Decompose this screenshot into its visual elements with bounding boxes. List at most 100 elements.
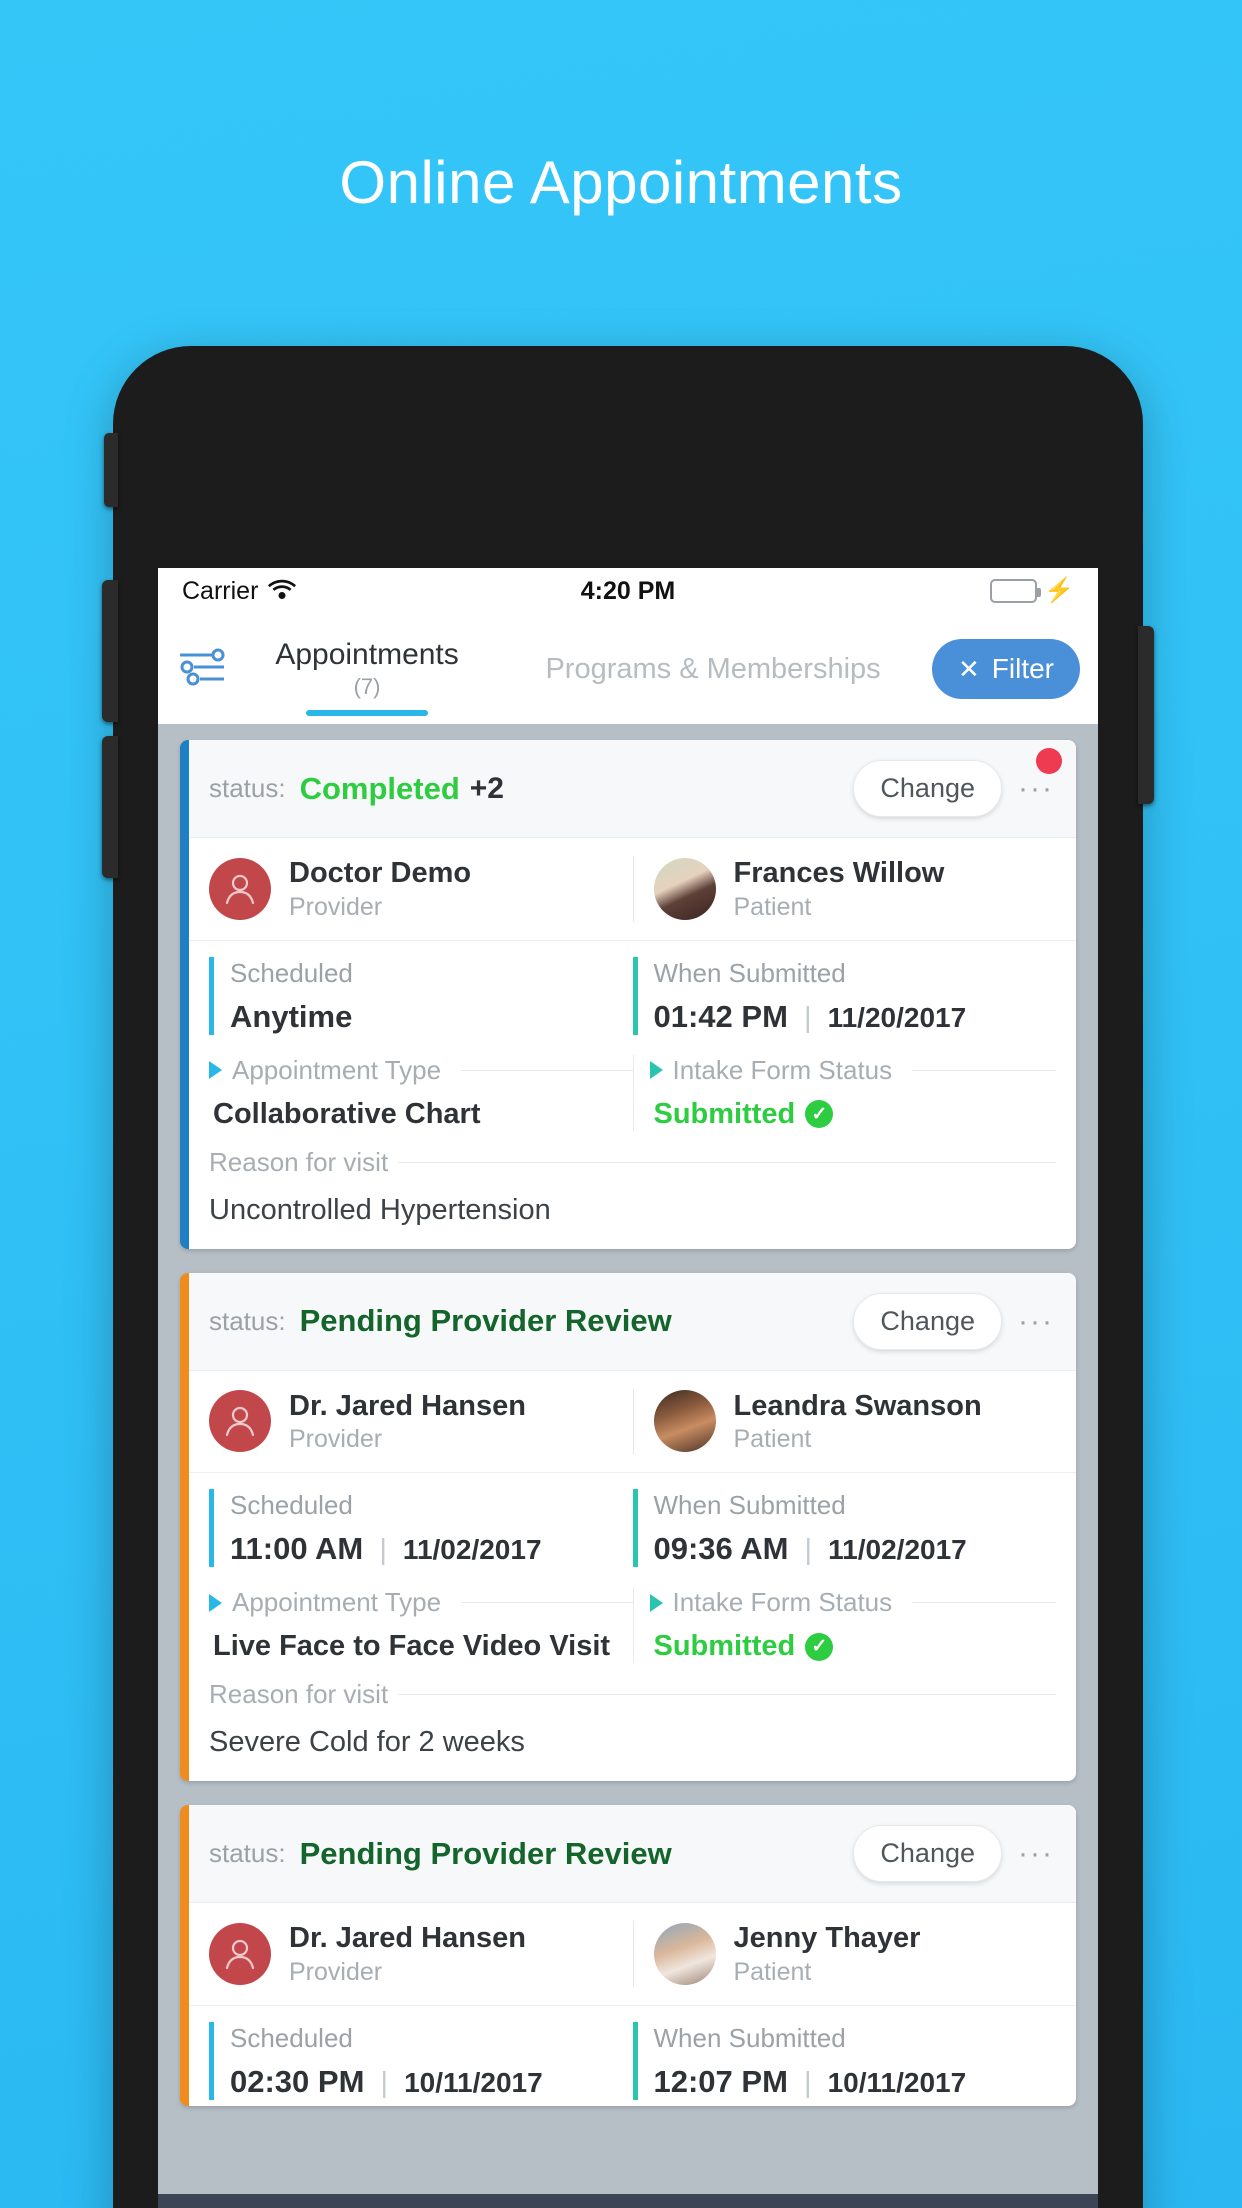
provider-name: Dr. Jared Hansen [289,1389,526,1422]
carrier-label: Carrier [182,576,259,605]
submitted-date: 11/20/2017 [827,1001,967,1033]
patient-role: Patient [733,1957,812,1986]
overflow-menu-icon[interactable]: ··· [1018,1306,1054,1336]
filter-button[interactable]: ✕ Filter [931,639,1081,699]
status-label: status: [209,773,286,803]
patient-name: Leandra Swanson [733,1389,982,1422]
submitted-time: 12:07 PM [653,2063,788,2099]
triangle-marker-icon [209,1061,222,1080]
value-separator: | [803,1001,812,1034]
scheduled-time: 11:00 AM [230,1531,364,1567]
status-label: status: [209,1838,286,1869]
status-bar-right: ⚡ [990,579,1074,603]
unread-badge-dot [1036,748,1062,774]
divider [461,1602,633,1604]
submitted-value: 12:07 PM | 10/11/2017 [654,2064,1057,2100]
provider-role: Provider [289,1425,383,1454]
provider-role: Provider [289,1957,383,1986]
scheduled-block: Scheduled Anytime [209,956,633,1035]
volume-down-button[interactable] [102,736,118,878]
avatar [653,857,716,920]
lightning-bolt-icon: ⚡ [1044,577,1074,604]
scheduled-value: 11:00 AM | 11/02/2017 [230,1531,633,1567]
overflow-menu-icon[interactable]: ··· [1018,774,1054,804]
submitted-block: When Submitted 01:42 PM | 11/20/2017 [632,956,1057,1035]
volume-up-button[interactable] [102,580,118,722]
submitted-block: When Submitted 12:07 PM | 10/11/2017 [632,2021,1057,2100]
appointment-type-value: Collaborative Chart [213,1097,481,1130]
intake-status-label: Intake Form Status [672,1587,893,1618]
submitted-block: When Submitted 09:36 AM | 11/02/2017 [632,1489,1057,1568]
tab-programs-memberships-label: Programs & Memberships [545,652,881,685]
submitted-label: When Submitted [653,957,846,988]
patient-name: Frances Willow [733,857,945,889]
provider-name: Dr. Jared Hansen [289,1922,526,1955]
value-separator: | [380,2066,389,2099]
scheduled-value: Anytime [230,999,633,1035]
filter-button-label: Filter [991,653,1055,684]
appointment-type-block: Appointment Type Live Face to Face Video… [209,1587,633,1663]
phone-frame: Carrier 4:20 PM ⚡ Appointments (7) Progr… [102,346,1154,2208]
avatar [209,1923,271,1986]
card-schedule-row: Scheduled 02:30 PM | 10/11/2017 When Sub… [189,2006,1076,2106]
mute-switch-button[interactable] [104,433,118,507]
scheduled-time: 02:30 PM [230,2063,365,2099]
triangle-marker-icon [209,1593,222,1612]
submitted-label: When Submitted [653,1490,846,1521]
reason-value: Uncontrolled Hypertension [209,1193,551,1226]
avatar [653,1390,716,1453]
tab-programs-memberships[interactable]: Programs & Memberships [502,614,924,724]
intake-status-block: Intake Form Status Submitted ✓ [632,1587,1056,1664]
phone-screen: Carrier 4:20 PM ⚡ Appointments (7) Progr… [158,568,1098,2208]
change-status-button[interactable]: Change [853,760,1003,817]
status-bar-left: Carrier [182,576,297,606]
provider-block: Dr. Jared Hansen Provider [209,1389,633,1455]
card-schedule-row: Scheduled 11:00 AM | 11/02/2017 When Sub… [189,1473,1076,1573]
provider-name: Doctor Demo [289,857,472,889]
overflow-menu-icon[interactable]: ··· [1018,1839,1054,1869]
card-header: status: Pending Provider Review Change ·… [189,1805,1076,1904]
change-status-button[interactable]: Change [853,1292,1003,1350]
status-extra-count: +2 [469,771,504,805]
tab-appointments[interactable]: Appointments (7) [232,614,502,724]
power-button[interactable] [1138,626,1154,804]
sliders-icon[interactable] [176,641,228,698]
scheduled-label: Scheduled [230,2022,353,2053]
divider [912,1069,1056,1071]
status-label: status: [209,1305,286,1336]
change-status-button[interactable]: Change [853,1825,1003,1883]
scheduled-block: Scheduled 11:00 AM | 11/02/2017 [209,1489,633,1568]
check-circle-icon: ✓ [805,1632,834,1661]
reason-block: Reason for visit Uncontrolled Hypertensi… [189,1137,1076,1249]
appointment-type-label: Appointment Type [232,1054,442,1085]
appointment-card[interactable]: status: Pending Provider Review Change ·… [180,1805,1076,2106]
appointment-card[interactable]: status: Pending Provider Review Change ·… [180,1272,1076,1782]
triangle-marker-icon [649,1593,663,1612]
appointments-list[interactable]: status: Completed +2 Change ··· Doctor D… [158,724,1098,2208]
intake-status-label: Intake Form Status [672,1054,893,1085]
reason-label: Reason for visit [209,1679,389,1710]
patient-role: Patient [733,1425,812,1454]
divider [912,1602,1056,1604]
value-separator: | [803,2066,812,2099]
reason-value: Severe Cold for 2 weeks [209,1726,525,1759]
scheduled-label: Scheduled [230,957,353,988]
divider [461,1069,633,1071]
status-badge: Pending Provider Review [299,1835,672,1871]
intake-status-value: Submitted [653,1630,796,1663]
reason-block: Reason for visit Severe Cold for 2 weeks [189,1669,1076,1781]
check-circle-icon: ✓ [805,1100,834,1129]
patient-name: Jenny Thayer [733,1922,921,1955]
appointment-card[interactable]: status: Completed +2 Change ··· Doctor D… [180,740,1076,1249]
card-type-row: Appointment Type Live Face to Face Video… [189,1573,1076,1669]
submitted-date: 11/02/2017 [828,1534,967,1566]
tab-active-indicator [306,710,429,716]
battery-icon [990,579,1042,603]
submitted-time: 01:42 PM [653,998,788,1034]
provider-block: Doctor Demo Provider [209,856,633,922]
intake-status-value: Submitted [653,1097,796,1130]
tab-appointments-count: (7) [353,673,381,699]
scheduled-value: 02:30 PM | 10/11/2017 [230,2064,633,2100]
provider-role: Provider [289,892,383,921]
card-schedule-row: Scheduled Anytime When Submitted 01:42 P… [189,941,1076,1041]
